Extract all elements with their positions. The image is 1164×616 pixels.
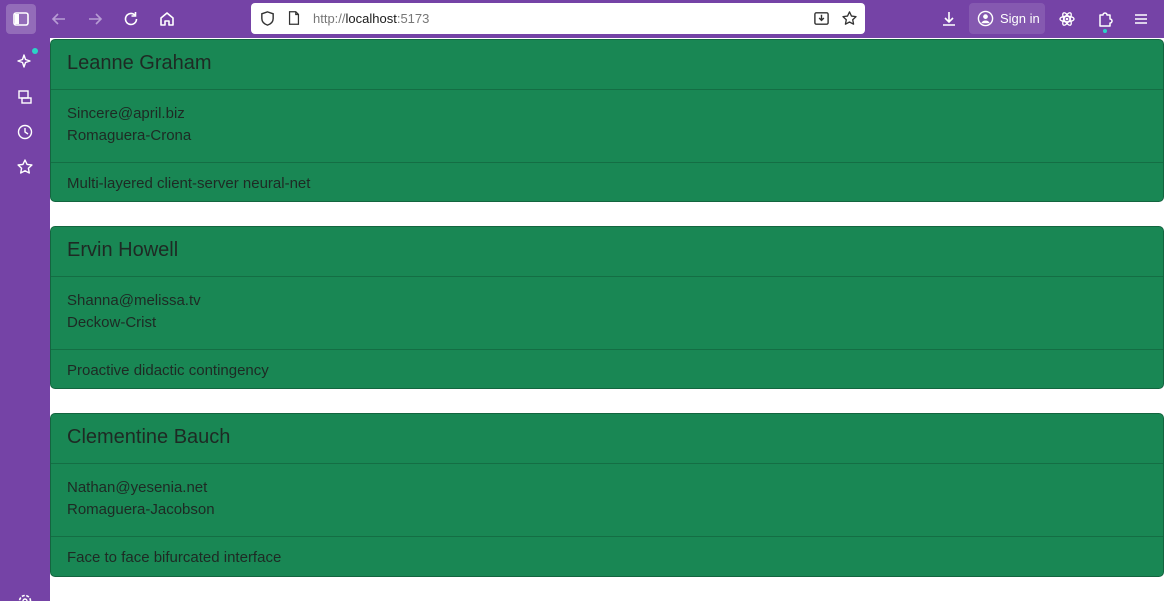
page-info-icon[interactable] — [285, 9, 303, 27]
synced-tabs-button[interactable] — [10, 82, 40, 112]
user-catchphrase: Multi-layered client-server neural-net — [51, 162, 1163, 202]
sign-in-button[interactable]: Sign in — [969, 3, 1045, 34]
customize-sidebar-button[interactable] — [10, 586, 40, 616]
clock-icon — [17, 124, 33, 140]
home-button[interactable] — [152, 4, 182, 34]
extensions-button[interactable] — [1090, 4, 1120, 34]
back-button[interactable] — [44, 4, 74, 34]
hamburger-menu-icon — [1135, 14, 1147, 24]
home-icon — [160, 12, 174, 26]
user-name: Clementine Bauch — [51, 414, 1163, 464]
history-button[interactable] — [10, 117, 40, 147]
react-devtools-button[interactable] — [1052, 4, 1082, 34]
sidebar-icon — [13, 12, 29, 26]
url-port: :5173 — [396, 11, 430, 26]
sidebar-toggle-button[interactable] — [6, 4, 36, 34]
forward-arrow-icon — [89, 13, 103, 25]
reload-button[interactable] — [116, 4, 146, 34]
browser-toolbar: http://localhost:5173 Sign in — [0, 0, 1164, 38]
user-card-body: Nathan@yesenia.net Romaguera-Jacobson — [51, 464, 1163, 536]
back-arrow-icon — [51, 13, 65, 25]
star-icon — [17, 159, 33, 174]
bookmark-star-icon[interactable] — [840, 9, 858, 27]
url-host: localhost — [345, 11, 397, 26]
user-name: Leanne Graham — [51, 40, 1163, 90]
user-catchphrase: Proactive didactic contingency — [51, 349, 1163, 389]
sparkle-icon — [17, 54, 31, 68]
user-card-body: Sincere@april.biz Romaguera-Crona — [51, 90, 1163, 162]
sign-in-label: Sign in — [1000, 11, 1040, 26]
user-company: Deckow-Crist — [67, 314, 157, 331]
downloads-button[interactable] — [934, 4, 964, 34]
user-company: Romaguera-Crona — [67, 127, 192, 144]
bookmarks-button[interactable] — [10, 152, 40, 182]
app-menu-button[interactable] — [1126, 4, 1156, 34]
react-atom-icon — [1059, 12, 1075, 26]
download-icon — [943, 12, 955, 26]
user-card: Leanne Graham Sincere@april.biz Romaguer… — [50, 39, 1164, 202]
user-card-body: Shanna@melissa.tv Deckow-Crist — [51, 277, 1163, 349]
url-scheme: http:// — [313, 11, 346, 26]
save-to-pocket-icon[interactable] — [812, 9, 830, 27]
user-name: Ervin Howell — [51, 227, 1163, 277]
shield-icon[interactable] — [258, 9, 276, 27]
user-email: Shanna@melissa.tv — [67, 292, 201, 309]
user-card: Ervin Howell Shanna@melissa.tv Deckow-Cr… — [50, 226, 1164, 389]
user-card: Clementine Bauch Nathan@yesenia.net Roma… — [50, 413, 1164, 577]
page-content: Leanne Graham Sincere@april.biz Romaguer… — [50, 38, 1164, 601]
synced-tabs-icon — [18, 90, 32, 104]
extension-indicator-dot — [1103, 29, 1107, 33]
account-icon — [977, 10, 994, 27]
address-bar[interactable]: http://localhost:5173 — [251, 3, 865, 34]
url-text[interactable]: http://localhost:5173 — [313, 11, 429, 26]
notification-dot — [32, 48, 38, 54]
reload-icon — [124, 12, 138, 26]
forward-button[interactable] — [80, 4, 110, 34]
user-company: Romaguera-Jacobson — [67, 501, 215, 518]
user-email: Nathan@yesenia.net — [67, 479, 208, 496]
puzzle-icon — [1099, 12, 1113, 27]
ai-chatbot-button[interactable] — [10, 46, 40, 76]
user-catchphrase: Face to face bifurcated interface — [51, 536, 1163, 576]
user-email: Sincere@april.biz — [67, 105, 185, 122]
gear-icon — [18, 594, 32, 608]
browser-sidebar — [0, 38, 50, 608]
